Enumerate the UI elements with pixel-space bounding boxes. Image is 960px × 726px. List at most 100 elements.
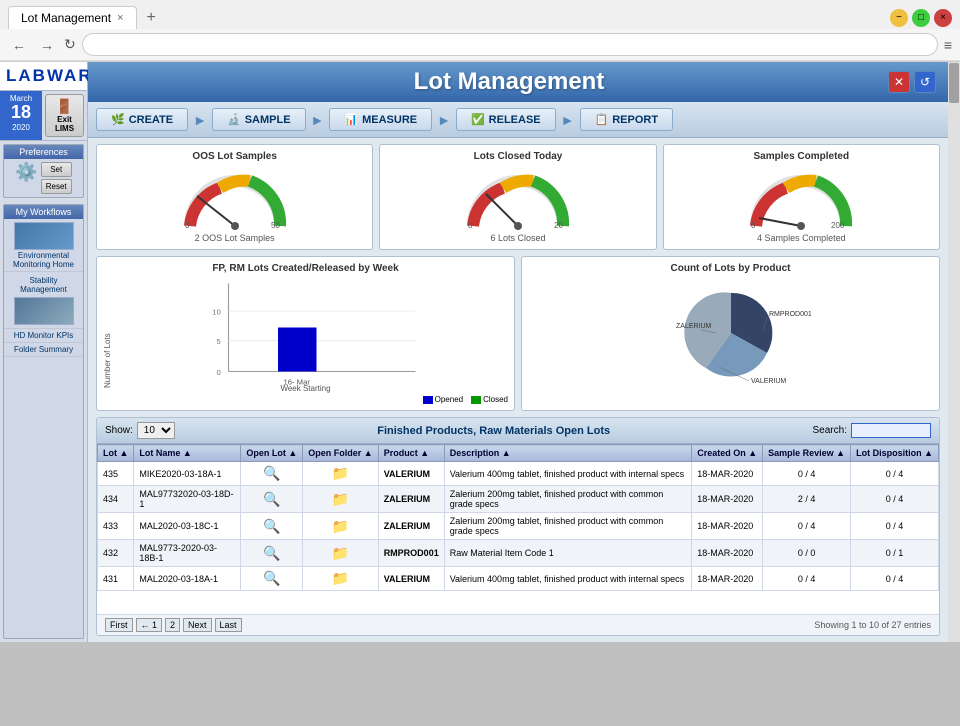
report-label: REPORT: [612, 114, 658, 126]
date-exit-row: March 18 2020 🚪 Exit LIMS: [0, 91, 87, 141]
open-lot-icon: 🔍: [263, 570, 280, 586]
col-lot-disp[interactable]: Lot Disposition ▲: [851, 445, 939, 462]
table-row[interactable]: 435 MIKE2020-03-18A-1 🔍 📁 VALERIUM Valer…: [98, 462, 939, 486]
cell-product: VALERIUM: [378, 567, 444, 591]
close-app-button[interactable]: ✕: [888, 71, 910, 93]
new-tab-button[interactable]: +: [141, 7, 162, 29]
tab-close-icon[interactable]: ×: [117, 12, 123, 24]
cell-open-lot[interactable]: 🔍: [241, 540, 303, 567]
cell-open-folder[interactable]: 📁: [303, 567, 378, 591]
svg-text:0: 0: [217, 368, 221, 377]
cell-sample-review: 2 / 4: [763, 486, 851, 513]
sample-button[interactable]: 🔬 SAMPLE: [212, 108, 306, 131]
sample-label: SAMPLE: [245, 114, 291, 126]
workflow-item-hd[interactable]: HD Monitor KPIs: [4, 329, 83, 343]
logo-text: LABWARE: [6, 66, 81, 86]
svg-text:0: 0: [185, 221, 190, 230]
browser-chrome: Lot Management × + − □ × ← → ↻ ≡: [0, 0, 960, 62]
arrow-3: ►: [437, 112, 451, 128]
legend-opened: Opened: [423, 395, 463, 404]
page-last-button[interactable]: Last: [215, 618, 242, 632]
my-workflows-section: My Workflows Environmental Monitoring Ho…: [3, 204, 84, 639]
pie-chart-area: RMPROD001 ZALERIUM VALERIUM: [528, 278, 933, 388]
folder-icon: 📁: [332, 465, 349, 481]
col-open-folder[interactable]: Open Folder ▲: [303, 445, 378, 462]
address-bar[interactable]: [82, 33, 938, 56]
measure-label: MEASURE: [362, 114, 417, 126]
minimize-button[interactable]: −: [890, 9, 908, 27]
legend-opened-label: Opened: [435, 395, 463, 404]
table-row[interactable]: 434 MAL97732020-03-18D-1 🔍 📁 ZALERIUM Za…: [98, 486, 939, 513]
workflow-step-measure: 📊 MEASURE: [329, 108, 432, 131]
col-product[interactable]: Product ▲: [378, 445, 444, 462]
cell-description: Raw Material Item Code 1: [444, 540, 692, 567]
col-sample-review[interactable]: Sample Review ▲: [763, 445, 851, 462]
legend-opened-color: [423, 396, 433, 404]
search-input[interactable]: [851, 423, 931, 438]
cell-open-folder[interactable]: 📁: [303, 486, 378, 513]
cell-open-folder[interactable]: 📁: [303, 540, 378, 567]
show-select[interactable]: 10 25 50: [137, 422, 175, 439]
cell-open-lot[interactable]: 🔍: [241, 513, 303, 540]
page-first-button[interactable]: First: [105, 618, 133, 632]
sample-icon: 🔬: [227, 113, 241, 126]
forward-button[interactable]: →: [36, 35, 58, 55]
cell-description: Valerium 400mg tablet, finished product …: [444, 462, 692, 486]
maximize-button[interactable]: □: [912, 9, 930, 27]
cell-open-lot[interactable]: 🔍: [241, 486, 303, 513]
oos-gauge-card: OOS Lot Samples 0: [96, 144, 373, 250]
page-next-button[interactable]: Next: [183, 618, 212, 632]
create-button[interactable]: 🌿 CREATE: [96, 108, 188, 131]
table-title: Finished Products, Raw Materials Open Lo…: [377, 425, 610, 437]
report-button[interactable]: 📋 REPORT: [580, 108, 674, 131]
table-row[interactable]: 432 MAL9773-2020-03-18B-1 🔍 📁 RMPROD001 …: [98, 540, 939, 567]
cell-created-on: 18-MAR-2020: [692, 513, 763, 540]
cell-lot-name: MAL97732020-03-18D-1: [134, 486, 241, 513]
page-prev-button[interactable]: ← 1: [136, 618, 163, 632]
table-row[interactable]: 433 MAL2020-03-18C-1 🔍 📁 ZALERIUM Zaleri…: [98, 513, 939, 540]
release-button[interactable]: ✅ RELEASE: [456, 108, 556, 131]
cell-open-folder[interactable]: 📁: [303, 513, 378, 540]
col-created-on[interactable]: Created On ▲: [692, 445, 763, 462]
page-2-button[interactable]: 2: [165, 618, 180, 632]
table-head: Lot ▲ Lot Name ▲ Open Lot ▲ Open Folder …: [98, 445, 939, 462]
cell-sample-review: 0 / 4: [763, 462, 851, 486]
scrollbar-thumb[interactable]: [949, 63, 959, 103]
sidebar: LABWARE March 18 2020 🚪 Exit LIMS Prefer…: [0, 62, 88, 642]
workflow-item-env[interactable]: Environmental Monitoring Home: [4, 219, 83, 272]
measure-button[interactable]: 📊 MEASURE: [329, 108, 432, 131]
refresh-button[interactable]: ↻: [64, 36, 76, 53]
workflow-item-stability[interactable]: Stability Management: [4, 272, 83, 329]
cell-open-lot[interactable]: 🔍: [241, 462, 303, 486]
cell-open-folder[interactable]: 📁: [303, 462, 378, 486]
reset-button[interactable]: Reset: [41, 179, 72, 194]
pagination: First ← 1 2 Next Last: [105, 618, 242, 632]
cell-lot-name: MAL9773-2020-03-18B-1: [134, 540, 241, 567]
workflow-item-folder[interactable]: Folder Summary: [4, 343, 83, 357]
set-button[interactable]: Set: [41, 162, 72, 177]
exit-lims-button[interactable]: 🚪 Exit LIMS: [45, 94, 84, 137]
svg-text:0: 0: [751, 221, 756, 230]
table-row[interactable]: 431 MAL2020-03-18A-1 🔍 📁 VALERIUM Valeri…: [98, 567, 939, 591]
main-content: Lot Management ✕ ↺ 🌿 CREATE ► 🔬 SAMPLE: [88, 62, 948, 642]
folder-icon: 📁: [332, 545, 349, 561]
col-lot-name[interactable]: Lot Name ▲: [134, 445, 241, 462]
oos-gauge-label: 2 OOS Lot Samples: [103, 233, 366, 243]
scrollbar[interactable]: [948, 62, 960, 642]
svg-text:200: 200: [831, 221, 845, 230]
back-button[interactable]: ←: [8, 35, 30, 55]
open-lot-icon: 🔍: [263, 518, 280, 534]
close-button[interactable]: ×: [934, 9, 952, 27]
browser-tab[interactable]: Lot Management ×: [8, 6, 137, 29]
col-open-lot[interactable]: Open Lot ▲: [241, 445, 303, 462]
closed-gauge-svg: 0 20: [458, 166, 578, 231]
cell-open-lot[interactable]: 🔍: [241, 567, 303, 591]
header-controls: ✕ ↺: [888, 71, 936, 93]
col-lot[interactable]: Lot ▲: [98, 445, 134, 462]
cell-lot-name: MIKE2020-03-18A-1: [134, 462, 241, 486]
col-description[interactable]: Description ▲: [444, 445, 692, 462]
pie-chart-title: Count of Lots by Product: [528, 263, 933, 274]
refresh-app-button[interactable]: ↺: [914, 71, 936, 93]
browser-menu-button[interactable]: ≡: [944, 37, 952, 53]
cell-lot-disp: 0 / 1: [851, 540, 939, 567]
